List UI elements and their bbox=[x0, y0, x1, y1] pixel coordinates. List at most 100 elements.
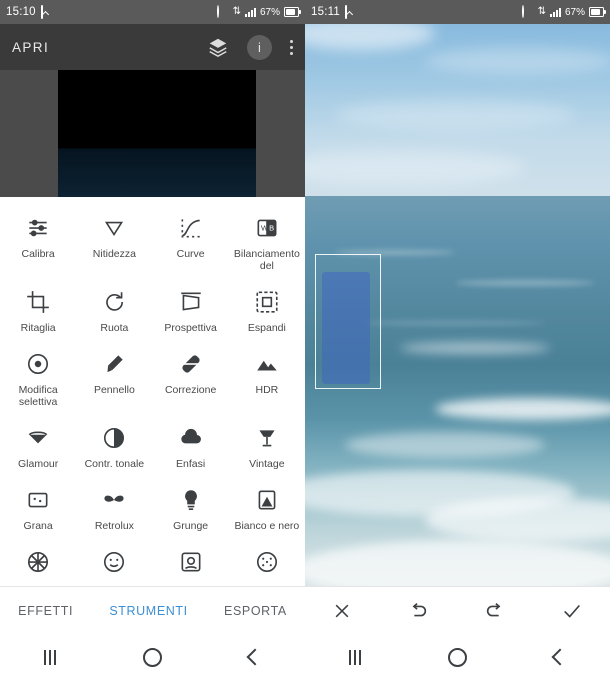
tool-label: Grana bbox=[23, 520, 53, 532]
battery-icon bbox=[589, 7, 606, 17]
perspective-icon bbox=[178, 285, 204, 319]
left-app-bar: APRI i bbox=[0, 24, 305, 70]
left-tab-bar: EFFETTI STRUMENTI ESPORTA bbox=[0, 586, 305, 634]
tool-grana[interactable]: Grana bbox=[0, 483, 76, 532]
tool-enfasi[interactable]: Enfasi bbox=[153, 421, 229, 470]
tool-pennello[interactable]: Pennello bbox=[76, 347, 152, 408]
grunge-icon bbox=[178, 483, 204, 517]
tools-row: Glamour Contr. tonale Enfasi Vintage bbox=[0, 421, 305, 470]
tool-modifica-selettiva[interactable]: Modifica selettiva bbox=[0, 347, 76, 408]
info-icon[interactable]: i bbox=[247, 34, 272, 60]
tool-bilanciamento-del-bianco[interactable]: W B Bilanciamento del bbox=[229, 211, 305, 272]
back-icon[interactable] bbox=[246, 648, 264, 666]
tool-label: Pennello bbox=[93, 384, 135, 396]
tool-espandi[interactable]: Espandi bbox=[229, 285, 305, 334]
lens-blur-icon bbox=[254, 545, 280, 579]
open-button[interactable]: APRI bbox=[12, 40, 49, 55]
tool-hdr[interactable]: HDR bbox=[229, 347, 305, 408]
layers-icon[interactable] bbox=[207, 36, 229, 58]
selective-icon bbox=[25, 347, 51, 381]
tool-bianco-e-nero[interactable]: Bianco e nero bbox=[229, 483, 305, 532]
right-phone-screenshot: 15:11 ⇅ 67% bbox=[305, 0, 610, 680]
left-status-bar: 15:10 ⇅ 67% bbox=[0, 0, 305, 24]
tool-prospettiva[interactable]: Prospettiva bbox=[153, 285, 229, 334]
rotate-icon bbox=[101, 285, 127, 319]
tool-correzione[interactable]: Correzione bbox=[153, 347, 229, 408]
svg-text:W: W bbox=[261, 224, 269, 233]
film-icon bbox=[25, 545, 51, 579]
tool-label: Glamour bbox=[17, 458, 59, 470]
tool-ruota[interactable]: Ruota bbox=[76, 285, 152, 334]
battery-icon bbox=[284, 7, 301, 17]
tool-label: Espandi bbox=[247, 322, 286, 334]
selection-box[interactable] bbox=[315, 254, 381, 389]
tools-row: Modifica selettiva Pennello Correzione H… bbox=[0, 347, 305, 408]
preview-photo bbox=[58, 70, 256, 197]
tool-grunge[interactable]: Grunge bbox=[153, 483, 229, 532]
tool-ritaglia[interactable]: Ritaglia bbox=[0, 285, 76, 334]
tool-label: Bilanciamento del bbox=[233, 248, 300, 272]
crop-icon bbox=[25, 285, 51, 319]
glamour-icon bbox=[25, 421, 51, 455]
sync-icon: ⇅ bbox=[232, 6, 241, 17]
tools-row bbox=[0, 545, 305, 582]
brush-icon bbox=[101, 347, 127, 381]
tool-label: Curve bbox=[176, 248, 205, 260]
tool-glamour[interactable]: Glamour bbox=[0, 421, 76, 470]
tool-film[interactable] bbox=[0, 545, 76, 582]
black-and-white-icon bbox=[254, 483, 280, 517]
image-preview[interactable] bbox=[0, 70, 305, 197]
status-clock: 15:10 bbox=[6, 6, 36, 18]
cloud bbox=[335, 100, 575, 130]
healing-icon bbox=[178, 347, 204, 381]
wave-ripple bbox=[455, 280, 595, 286]
home-icon[interactable] bbox=[142, 647, 162, 667]
redo-icon[interactable] bbox=[484, 600, 506, 622]
recents-icon[interactable] bbox=[43, 649, 56, 665]
tool-label: Bianco e nero bbox=[234, 520, 300, 532]
tool-label: Nitidezza bbox=[92, 248, 136, 260]
screenshot-root: 15:10 ⇅ 67% APRI i Calibra Nitidezza Cur… bbox=[0, 0, 610, 680]
wave-ripple bbox=[365, 320, 545, 326]
tool-vintage[interactable]: Vintage bbox=[229, 421, 305, 470]
head-pose-icon bbox=[178, 545, 204, 579]
overflow-menu-icon[interactable] bbox=[290, 39, 293, 55]
tool-face[interactable] bbox=[76, 545, 152, 582]
close-icon[interactable] bbox=[332, 601, 352, 621]
tool-label: Contr. tonale bbox=[84, 458, 145, 470]
tonal-contrast-icon bbox=[101, 421, 127, 455]
tool-contrasto-tonale[interactable]: Contr. tonale bbox=[76, 421, 152, 470]
tool-retrolux[interactable]: Retrolux bbox=[76, 483, 152, 532]
home-icon[interactable] bbox=[447, 647, 467, 667]
cloud bbox=[425, 48, 610, 74]
tool-nitidezza[interactable]: Nitidezza bbox=[76, 211, 152, 272]
alarm-icon bbox=[216, 5, 229, 18]
back-icon[interactable] bbox=[551, 648, 569, 666]
undo-icon[interactable] bbox=[407, 600, 429, 622]
face-icon bbox=[101, 545, 127, 579]
tool-label: HDR bbox=[255, 384, 279, 396]
tool-curve[interactable]: Curve bbox=[153, 211, 229, 272]
recents-icon[interactable] bbox=[348, 649, 361, 665]
tool-calibra[interactable]: Calibra bbox=[0, 211, 76, 272]
tab-strumenti[interactable]: STRUMENTI bbox=[109, 604, 187, 618]
foam bbox=[435, 398, 610, 420]
tool-head-pose[interactable] bbox=[153, 545, 229, 582]
signal-icon bbox=[549, 7, 561, 17]
tool-label: Prospettiva bbox=[164, 322, 217, 334]
tab-effetti[interactable]: EFFETTI bbox=[18, 604, 73, 618]
expand-icon bbox=[254, 285, 280, 319]
image-icon bbox=[40, 5, 53, 19]
sync-icon: ⇅ bbox=[537, 6, 546, 17]
tool-label: Retrolux bbox=[94, 520, 134, 532]
tab-esporta[interactable]: ESPORTA bbox=[224, 604, 287, 618]
tool-lens-blur[interactable] bbox=[229, 545, 305, 582]
sea-photo[interactable] bbox=[305, 0, 610, 600]
signal-icon bbox=[244, 7, 256, 17]
tool-label: Ruota bbox=[100, 322, 129, 334]
tool-label: Enfasi bbox=[176, 458, 206, 470]
tools-grid: Calibra Nitidezza Curve W B Bilanciament… bbox=[0, 197, 305, 582]
tool-label: Ritaglia bbox=[20, 322, 56, 334]
foam bbox=[345, 432, 545, 458]
confirm-icon[interactable] bbox=[561, 600, 583, 622]
